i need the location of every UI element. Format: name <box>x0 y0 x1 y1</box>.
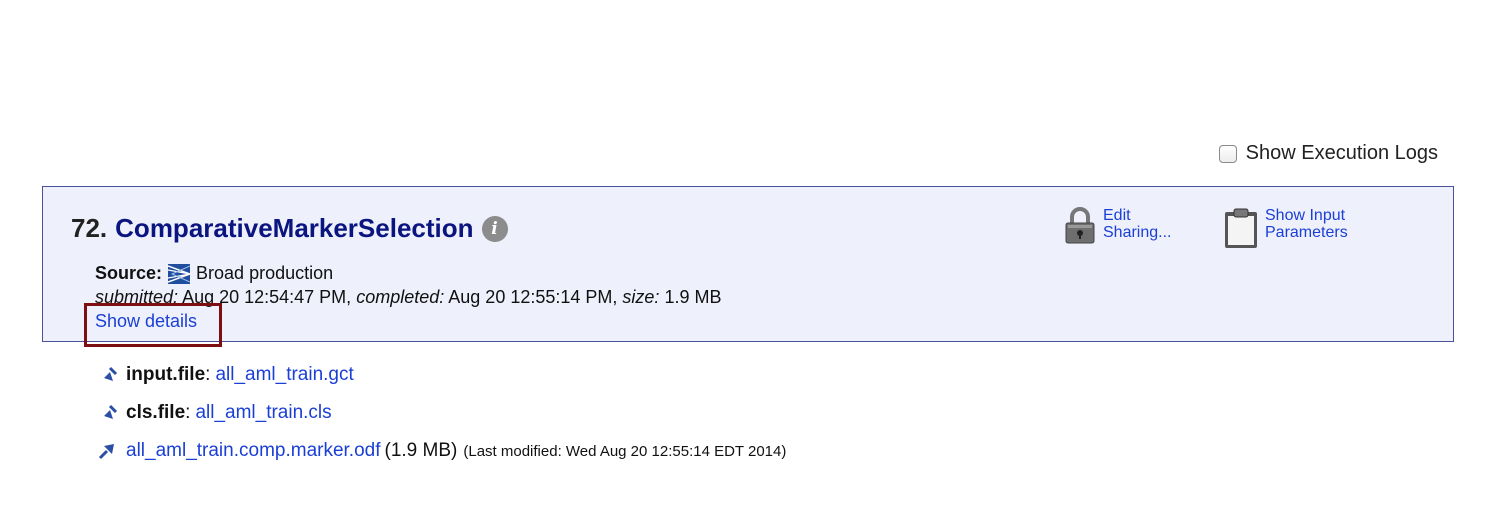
job-panel: 72. ComparativeMarkerSelection i Source:… <box>42 186 1454 342</box>
show-input-parameters-button[interactable]: Show Input Parameters <box>1223 207 1348 249</box>
job-number: 72. <box>71 213 108 243</box>
edit-sharing-button[interactable]: Edit Sharing... <box>1063 207 1171 245</box>
input-file-sep: : <box>205 364 211 385</box>
job-files: input.file : all_aml_train.gct cls.file … <box>98 356 786 470</box>
cls-file-label: cls.file <box>126 402 186 423</box>
size-label: size: <box>622 287 660 307</box>
cls-file-link[interactable]: all_aml_train.cls <box>195 402 331 424</box>
edit-sharing-label-1: Edit <box>1103 207 1131 224</box>
output-file-row: all_aml_train.comp.marker.odf (1.9 MB) (… <box>98 432 786 470</box>
input-file-row: input.file : all_aml_train.gct <box>98 356 786 394</box>
execution-logs-checkbox[interactable] <box>1218 144 1237 163</box>
completed-value: Aug 20 12:55:14 PM, <box>448 287 618 307</box>
cls-file-sep: : <box>185 402 191 423</box>
source-value: Broad production <box>196 263 334 283</box>
execution-logs-label: Show Execution Logs <box>1245 142 1438 164</box>
show-input-label-2: Parameters <box>1265 224 1348 241</box>
input-file-link[interactable]: all_aml_train.gct <box>215 364 353 386</box>
output-arrow-icon <box>98 444 114 460</box>
output-file-link[interactable]: all_aml_train.comp.marker.odf <box>126 440 381 462</box>
lock-icon <box>1065 207 1095 244</box>
show-execution-logs-toggle[interactable]: Show Execution Logs <box>1218 142 1438 165</box>
info-icon[interactable]: i <box>481 215 508 242</box>
source-label: Source: <box>95 263 163 283</box>
show-details-highlight <box>84 303 222 347</box>
job-name-link[interactable]: ComparativeMarkerSelection <box>115 213 473 244</box>
input-file-label: input.file <box>126 364 206 385</box>
input-arrow-icon <box>100 366 118 381</box>
output-file-size: (1.9 MB) <box>384 440 458 461</box>
broad-logo-icon <box>168 263 191 284</box>
cls-file-row: cls.file : all_aml_train.cls <box>98 394 786 432</box>
clipboard-icon <box>1225 208 1257 248</box>
input-arrow-icon <box>100 404 118 419</box>
completed-label: completed: <box>356 287 445 307</box>
source-line: Source: Broad production <box>95 263 333 284</box>
edit-sharing-label-2: Sharing... <box>1103 224 1172 241</box>
job-title: 72. ComparativeMarkerSelection i <box>71 213 508 244</box>
show-input-label-1: Show Input <box>1265 207 1346 224</box>
output-file-modified: (Last modified: Wed Aug 20 12:55:14 EDT … <box>463 442 787 460</box>
size-value: 1.9 MB <box>664 287 722 307</box>
